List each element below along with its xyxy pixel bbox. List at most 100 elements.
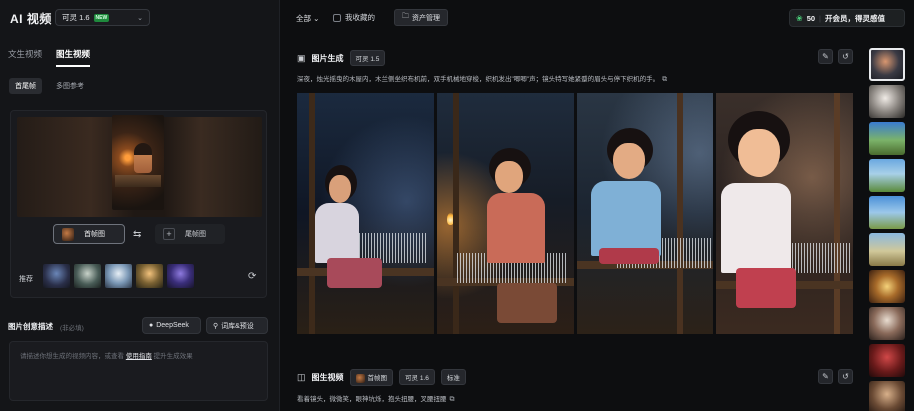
deepseek-button[interactable]: ● DeepSeek bbox=[142, 317, 201, 334]
recommend-thumb[interactable] bbox=[136, 264, 163, 288]
plus-icon: + bbox=[163, 228, 175, 240]
first-frame-tag-thumbnail bbox=[355, 373, 365, 383]
edit-icon[interactable]: ✎ bbox=[818, 369, 833, 384]
history-thumb[interactable] bbox=[869, 307, 905, 340]
image-face bbox=[738, 129, 781, 177]
history-thumb[interactable] bbox=[869, 344, 905, 377]
image-beam bbox=[676, 93, 683, 334]
first-frame-thumbnail bbox=[62, 227, 74, 241]
chevron-down-icon: ⌄ bbox=[137, 15, 143, 22]
recommend-thumb[interactable] bbox=[167, 264, 194, 288]
image-gallery bbox=[297, 93, 853, 334]
history-thumb[interactable] bbox=[869, 85, 905, 118]
image-body bbox=[590, 181, 661, 256]
favorites-checkbox[interactable] bbox=[333, 13, 341, 22]
mode-tabs: 文生视频 图生视频 bbox=[8, 48, 91, 67]
tab-text-to-video[interactable]: 文生视频 bbox=[8, 48, 42, 67]
image-skirt bbox=[598, 248, 659, 264]
history-thumb[interactable] bbox=[869, 159, 905, 192]
generated-image[interactable] bbox=[297, 93, 434, 334]
description-hint: (非必填) bbox=[60, 325, 84, 332]
history-thumb[interactable] bbox=[869, 381, 905, 411]
history-thumb[interactable] bbox=[869, 196, 905, 229]
copy-icon[interactable]: ⧉ bbox=[450, 396, 455, 403]
recommend-thumb[interactable] bbox=[74, 264, 101, 288]
left-panel: AI 视频 可灵 1.6 NEW ⌄ 文生视频 图生视频 首尾帧 多图参考 首帧… bbox=[0, 0, 280, 411]
refresh-icon[interactable]: ⟳ bbox=[248, 271, 256, 282]
preview-loom bbox=[115, 175, 161, 187]
swap-icon[interactable]: ⇆ bbox=[133, 229, 141, 240]
recommend-thumb[interactable] bbox=[105, 264, 132, 288]
subtabs: 首尾帧 多图参考 bbox=[9, 78, 90, 94]
image-prompt-text: 深夜，烛光摇曳的木屋内，木兰侧坐织布机前，双手机械地穿梭，织机发出"唧唧"声；镜… bbox=[297, 76, 660, 83]
top-bar: 全部 ⌄ 我收藏的 🗀 资产管理 ❀ 50 | 开会员，得灵感值 bbox=[281, 0, 914, 36]
recommend-thumb[interactable] bbox=[43, 264, 70, 288]
deepseek-icon: ● bbox=[149, 322, 154, 329]
app-title: AI 视频 bbox=[10, 12, 52, 26]
generated-image[interactable] bbox=[576, 93, 714, 334]
frame-upload-card: 首帧图 ⇆ + 尾帧图 推荐 ⟳ bbox=[10, 110, 267, 298]
description-input[interactable]: 请描述你想生成的视频内容，或查看 使用指南 提升生成效果 bbox=[9, 341, 268, 401]
guide-link[interactable]: 使用指南 bbox=[126, 353, 152, 360]
credits-button[interactable]: ❀ 50 | 开会员，得灵感值 bbox=[789, 9, 905, 27]
generated-image[interactable] bbox=[436, 93, 574, 334]
video-prompt-text: 看着镜头，微微笑，眼神坑烁，抱头扭腰，叉腰扭腰 bbox=[297, 396, 447, 403]
first-frame-button[interactable]: 首帧图 bbox=[53, 224, 125, 244]
video-icon: ◫ bbox=[297, 371, 306, 382]
folder-icon: 🗀 bbox=[402, 13, 409, 20]
recommend-label: 推荐 bbox=[19, 276, 33, 283]
subtab-multi-image[interactable]: 多图参考 bbox=[50, 78, 90, 94]
last-frame-label: 尾帧图 bbox=[185, 231, 206, 238]
image-body bbox=[721, 183, 792, 273]
image-body bbox=[486, 193, 545, 263]
video-prompt: 看着镜头，微微笑，眼神坑烁，抱头扭腰，叉腰扭腰 ⧉ bbox=[297, 393, 455, 404]
recommend-thumbnails bbox=[43, 264, 194, 288]
image-beam bbox=[452, 93, 459, 334]
favorites-label: 我收藏的 bbox=[345, 13, 375, 22]
undo-icon[interactable]: ↺ bbox=[838, 369, 853, 384]
first-frame-preview[interactable] bbox=[112, 115, 164, 210]
asset-manage-button[interactable]: 🗀 资产管理 bbox=[394, 9, 448, 26]
credits-count: 50 bbox=[806, 13, 816, 23]
image-skirt bbox=[496, 283, 557, 323]
favorites-filter[interactable]: 我收藏的 bbox=[333, 12, 375, 23]
last-frame-button[interactable]: + 尾帧图 bbox=[155, 224, 225, 244]
tab-image-to-video[interactable]: 图生视频 bbox=[56, 48, 91, 67]
filter-dropdown[interactable]: 全部 ⌄ bbox=[296, 13, 319, 24]
description-label: 图片创意描述 bbox=[8, 322, 53, 331]
undo-icon[interactable]: ↺ bbox=[838, 49, 853, 64]
image-icon: ▣ bbox=[297, 52, 306, 63]
image-section-title: 图片生成 bbox=[311, 53, 344, 63]
history-thumb[interactable] bbox=[869, 233, 905, 266]
deepseek-label: DeepSeek bbox=[156, 322, 189, 329]
history-thumb[interactable] bbox=[869, 48, 905, 81]
image-beam bbox=[834, 93, 841, 334]
image-beam bbox=[309, 93, 315, 334]
image-skirt bbox=[327, 258, 382, 288]
description-placeholder-b: 提升生成效果 bbox=[153, 353, 193, 360]
library-presets-button[interactable]: ⚲ 词库&预设 bbox=[206, 317, 268, 334]
history-thumb[interactable] bbox=[869, 122, 905, 155]
model-select-label: 可灵 1.6 bbox=[62, 13, 90, 22]
model-select[interactable]: 可灵 1.6 NEW ⌄ bbox=[55, 9, 150, 26]
history-thumb[interactable] bbox=[869, 270, 905, 303]
video-section-header: ◫ 图生视频 首帧图 可灵 1.6 标准 bbox=[297, 369, 466, 386]
image-body bbox=[315, 203, 359, 263]
edit-icon[interactable]: ✎ bbox=[818, 49, 833, 64]
image-face bbox=[329, 175, 351, 203]
description-placeholder-a: 请描述你想生成的视频内容，或查看 bbox=[20, 353, 124, 360]
divider: | bbox=[819, 13, 821, 23]
image-section-header: ▣ 图片生成 可灵 1.5 bbox=[297, 50, 386, 66]
vip-label: 开会员，得灵感值 bbox=[825, 13, 885, 23]
image-face bbox=[612, 143, 645, 179]
chevron-down-icon: ⌄ bbox=[313, 14, 320, 23]
image-skirt bbox=[736, 268, 797, 308]
generated-image[interactable] bbox=[716, 93, 853, 334]
subtab-first-last-frame[interactable]: 首尾帧 bbox=[9, 78, 42, 94]
image-prompt: 深夜，烛光摇曳的木屋内，木兰侧坐织布机前，双手机械地穿梭，织机发出"唧唧"声；镜… bbox=[297, 73, 667, 84]
copy-icon[interactable]: ⧉ bbox=[662, 76, 667, 83]
history-thumbnails bbox=[869, 48, 909, 411]
first-frame-tag-label: 首帧图 bbox=[367, 375, 388, 382]
location-pin-icon: ⚲ bbox=[213, 322, 219, 330]
video-model-tag: 可灵 1.6 bbox=[399, 369, 435, 386]
